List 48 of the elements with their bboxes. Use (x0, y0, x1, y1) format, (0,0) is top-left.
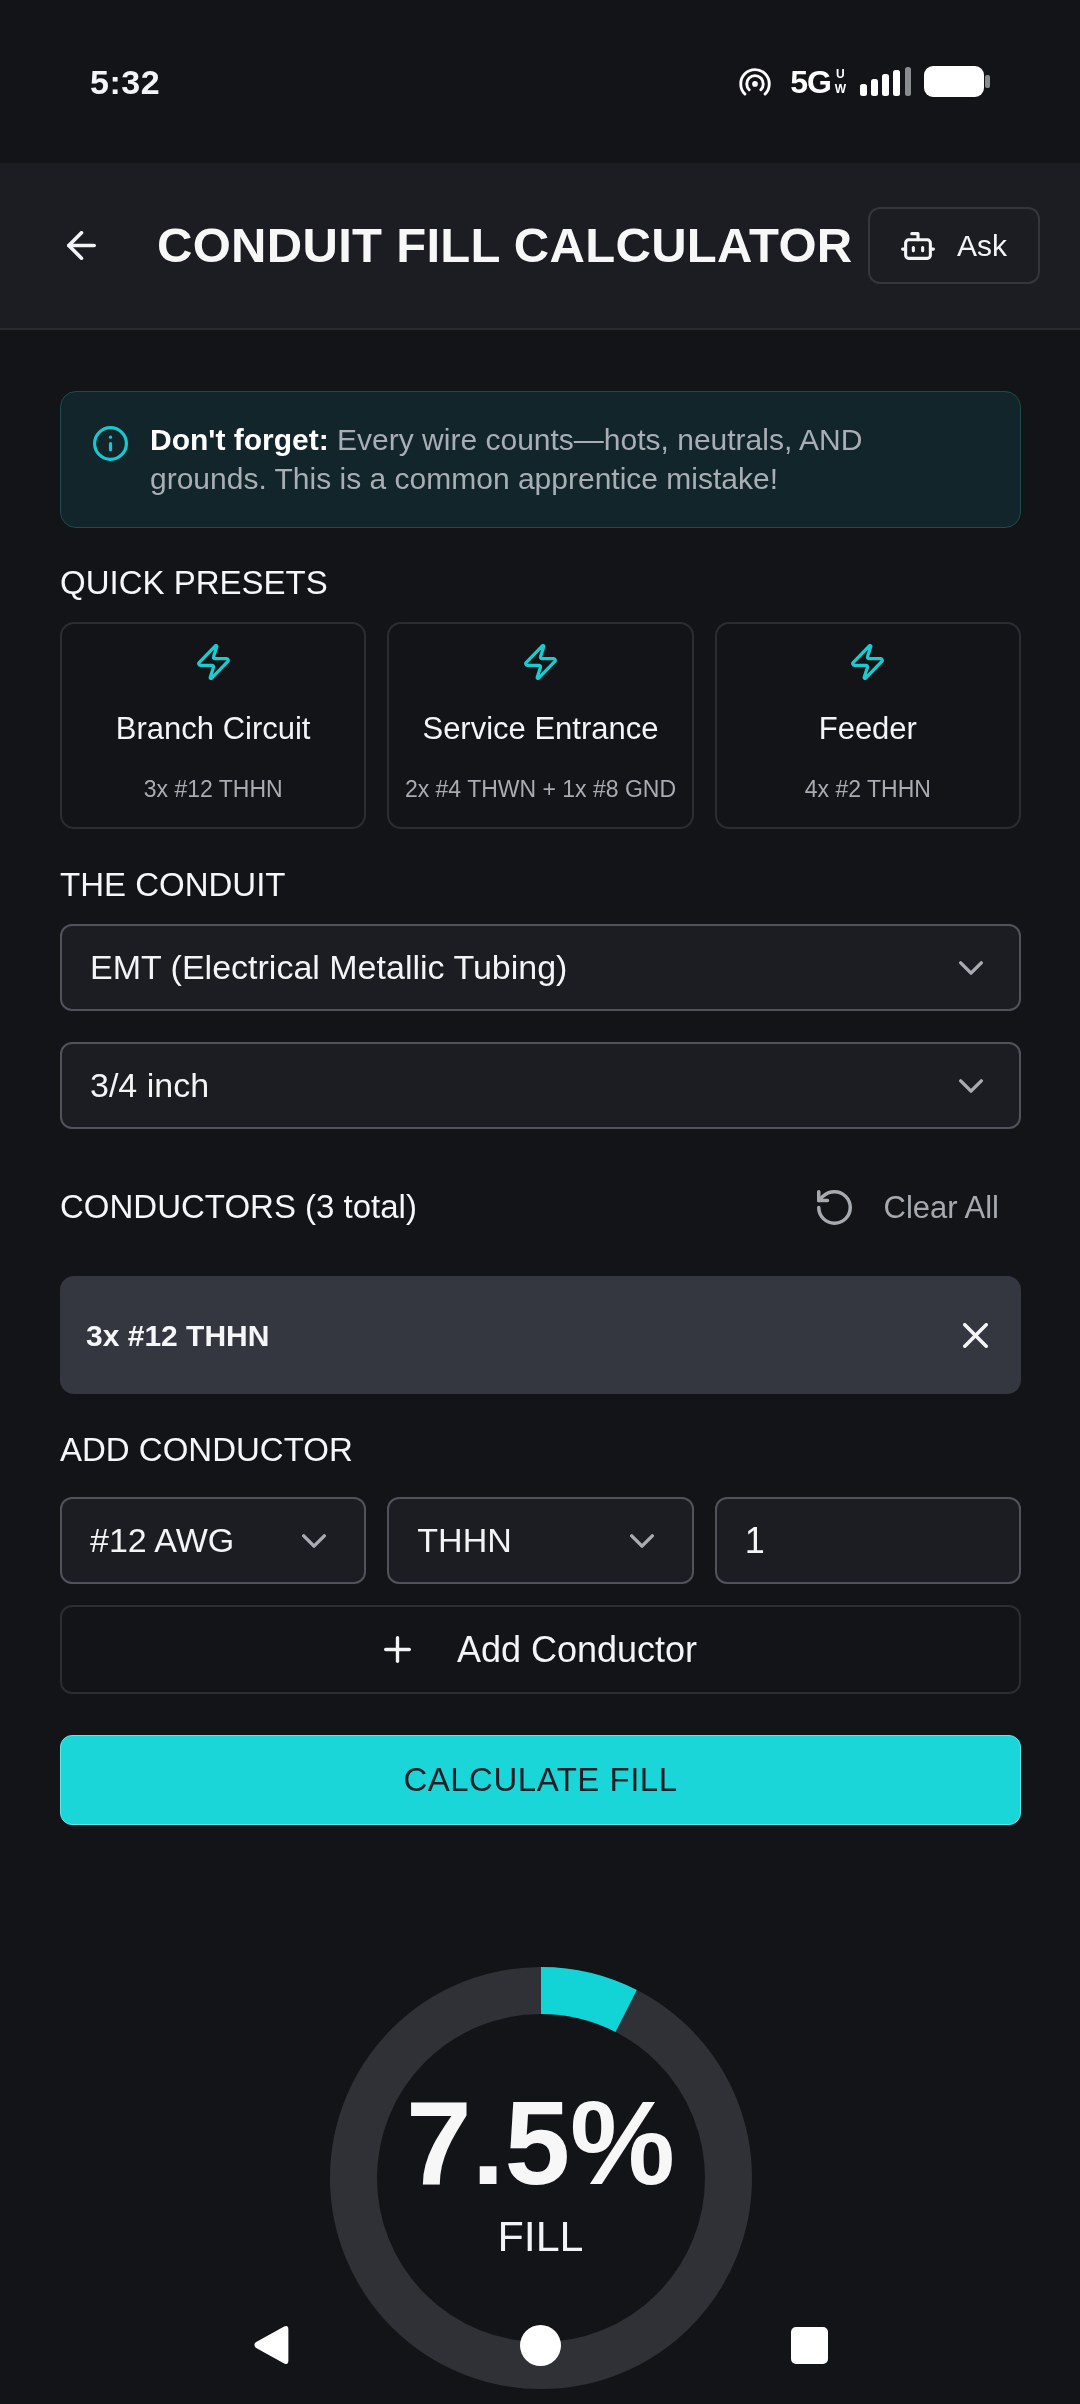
chevron-down-icon (302, 1533, 327, 1548)
hotspot-icon (739, 67, 772, 96)
ask-button[interactable]: Ask (868, 207, 1040, 284)
chevron-down-icon (629, 1533, 654, 1548)
page-title: CONDUIT FILL CALCULATOR (157, 217, 853, 275)
chevron-down-icon (959, 960, 983, 975)
back-icon[interactable] (253, 2325, 289, 2365)
lightning-icon (524, 644, 557, 680)
conduit-type-select[interactable]: EMT (Electrical Metallic Tubing) (60, 924, 1021, 1011)
network-type: 5G (790, 65, 831, 98)
preset-card[interactable]: Service Entrance 2x #4 THWN + 1x #8 GND (387, 622, 694, 829)
calculate-button[interactable]: CALCULATE FILL (60, 1735, 1021, 1825)
quantity-field[interactable]: 1 (714, 1497, 1021, 1584)
chevron-down-icon (959, 1078, 983, 1093)
network-tag: UW (833, 67, 847, 96)
wire-gauge-select[interactable]: #12 AWG (60, 1497, 367, 1584)
home-icon[interactable] (519, 2324, 561, 2366)
recents-icon[interactable] (790, 2326, 828, 2364)
close-icon[interactable] (963, 1322, 988, 1348)
robot-icon (901, 231, 935, 260)
lightning-icon (196, 644, 230, 680)
plus-icon (383, 1636, 411, 1663)
fill-percentage: 7.5% (406, 2084, 675, 2202)
conductor-label: 3x #12 THHN (86, 1317, 270, 1354)
rotate-arrow-icon (816, 1189, 852, 1225)
preset-title: Branch Circuit (115, 710, 311, 748)
conduit-size-select[interactable]: 3/4 inch (60, 1042, 1021, 1129)
preset-title: Service Entrance (422, 710, 659, 748)
preset-title: Feeder (818, 710, 917, 748)
lightning-icon (851, 644, 885, 680)
preset-detail: 3x #12 THHN (143, 775, 283, 804)
fill-label: FILL (497, 2215, 584, 2258)
section-heading: QUICK PRESETS (60, 563, 329, 603)
preset-detail: 2x #4 THWN + 1x #8 GND (404, 775, 677, 804)
battery-icon (924, 66, 990, 97)
add-conductor-button[interactable]: Add Conductor (60, 1605, 1021, 1694)
preset-card[interactable]: Feeder 4x #2 THHN (714, 622, 1021, 829)
insulation-select[interactable]: THHN (387, 1497, 694, 1584)
clear-all-button[interactable]: Clear All (816, 1187, 1021, 1227)
info-icon (93, 426, 128, 461)
clock-time: 5:32 (90, 64, 161, 99)
section-heading: CONDUCTORS (3 total) (60, 1187, 417, 1227)
alert-message: Don't forget: Every wire counts—hots, neutrals, AND grounds. This is a common apprentice mistake! (150, 422, 864, 497)
preset-card[interactable]: Branch Circuit 3x #12 THHN (60, 622, 367, 829)
signal-bars-icon (860, 67, 911, 96)
section-heading: THE CONDUIT (60, 865, 287, 905)
preset-detail: 4x #2 THHN (804, 775, 931, 804)
section-heading: ADD CONDUCTOR (60, 1430, 354, 1470)
